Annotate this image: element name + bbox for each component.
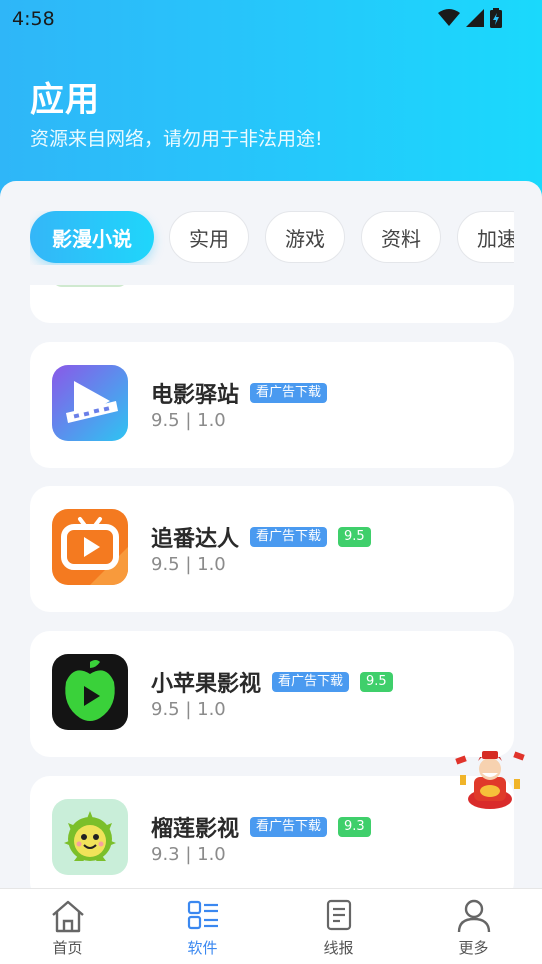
tab-yingman-xiaoshuo[interactable]: 影漫小说	[30, 211, 154, 263]
app-name-row: 电影驿站 看广告下载	[151, 377, 328, 409]
category-tabs: 影漫小说 实用 游戏 资料 加速	[30, 211, 514, 265]
durian-icon	[52, 799, 128, 875]
ad-download-badge[interactable]: 看广告下载	[250, 817, 328, 837]
app-card[interactable]: 追番达人 看广告下载 9.5 9.5 | 1.0	[30, 486, 514, 612]
app-card[interactable]: 小苹果影视 看广告下载 9.5 9.5 | 1.0	[30, 631, 514, 757]
app-meta: 9.5 | 1.0	[151, 410, 226, 431]
bottom-navigation: 首页 软件 线报 更多	[0, 888, 542, 964]
app-name: 小苹果影视	[151, 672, 262, 697]
user-icon	[457, 899, 490, 933]
apple-play-icon	[52, 654, 128, 730]
app-card-partial[interactable]	[30, 285, 514, 323]
app-meta: 9.5 | 1.0	[151, 554, 226, 575]
app-name: 电影驿站	[151, 383, 240, 408]
tab-youxi[interactable]: 游戏	[265, 211, 345, 263]
page-subtitle: 资源来自网络，请勿用于非法用途!	[30, 128, 323, 150]
nav-news-label: 线报	[323, 939, 354, 957]
app-name: 榴莲影视	[151, 817, 240, 842]
app-meta: 9.5 | 1.0	[151, 699, 226, 720]
fortune-god-mascot-icon[interactable]	[452, 745, 528, 811]
app-name-row: 追番达人 看广告下载 9.5	[151, 521, 371, 553]
ad-download-badge[interactable]: 看广告下载	[250, 527, 328, 547]
ad-download-badge[interactable]: 看广告下载	[272, 672, 350, 692]
page-title: 应用	[30, 80, 100, 120]
wifi-icon	[438, 9, 460, 26]
film-play-icon	[52, 365, 128, 441]
apps-list-icon	[187, 900, 218, 930]
tab-jiasu[interactable]: 加速	[457, 211, 514, 263]
nav-software[interactable]: 软件	[135, 889, 270, 964]
battery-icon	[490, 8, 502, 28]
nav-more[interactable]: 更多	[406, 889, 541, 964]
ad-download-badge[interactable]: 看广告下载	[250, 383, 328, 403]
app-icon-partial	[52, 285, 128, 287]
nav-software-label: 软件	[187, 939, 218, 957]
tab-shiyong[interactable]: 实用	[169, 211, 249, 263]
status-time: 4:58	[12, 8, 55, 30]
nav-home-label: 首页	[52, 939, 83, 957]
nav-news[interactable]: 线报	[271, 889, 406, 964]
score-badge: 9.3	[338, 817, 371, 837]
status-bar: 4:58	[0, 0, 542, 38]
signal-icon	[466, 9, 484, 27]
tab-ziliao[interactable]: 资料	[361, 211, 441, 263]
document-icon	[326, 899, 351, 931]
app-meta: 9.3 | 1.0	[151, 844, 226, 865]
app-name-row: 小苹果影视 看广告下载 9.5	[151, 666, 393, 698]
score-badge: 9.5	[360, 672, 393, 692]
app-card[interactable]: 电影驿站 看广告下载 9.5 | 1.0	[30, 342, 514, 468]
app-card[interactable]: 榴莲影视 看广告下载 9.3 9.3 | 1.0	[30, 776, 514, 888]
nav-more-label: 更多	[458, 939, 489, 957]
app-name: 追番达人	[151, 527, 240, 552]
score-badge: 9.5	[338, 527, 371, 547]
nav-home[interactable]: 首页	[0, 889, 135, 964]
tv-play-icon	[52, 509, 128, 585]
status-icons	[438, 8, 502, 28]
home-icon	[51, 900, 84, 933]
app-name-row: 榴莲影视 看广告下载 9.3	[151, 811, 371, 843]
